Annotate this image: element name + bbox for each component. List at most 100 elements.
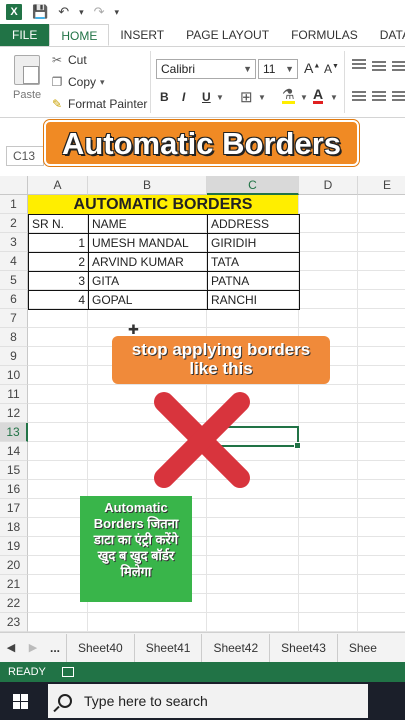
tab-page-layout[interactable]: PAGE LAYOUT xyxy=(175,24,280,46)
name-cell[interactable]: ARVIND KUMAR xyxy=(88,252,208,272)
group-divider xyxy=(344,51,345,113)
borders-icon[interactable]: ⊞ xyxy=(240,88,253,106)
align-right-icon[interactable] xyxy=(392,91,405,101)
tab-insert[interactable]: INSERT xyxy=(109,24,175,46)
paste-icon[interactable] xyxy=(14,55,40,85)
tab-home[interactable]: HOME xyxy=(49,24,110,46)
undo-dropdown-icon[interactable]: ▾ xyxy=(79,7,84,18)
row-header-22[interactable]: 22 xyxy=(0,594,28,613)
sheet-tab-41[interactable]: Sheet41 xyxy=(133,633,202,662)
macro-recording-icon[interactable] xyxy=(61,667,74,677)
copy-dropdown-icon[interactable]: ▾ xyxy=(100,77,105,88)
name-cell[interactable]: GITA xyxy=(88,271,208,291)
undo-icon[interactable]: ↶ xyxy=(58,4,69,20)
row-header-3[interactable]: 3 xyxy=(0,233,28,252)
font-name-select[interactable]: Calibri ▼ xyxy=(156,59,256,79)
align-center-icon[interactable] xyxy=(372,91,386,101)
paste-button-label[interactable]: Paste xyxy=(13,89,41,101)
fill-color-icon[interactable]: ⚗ xyxy=(282,87,295,104)
row-header-11[interactable]: 11 xyxy=(0,385,28,404)
spreadsheet-grid[interactable]: A B C D E 1 2 3 4 5 6 7 8 9 10 11 12 13 14 15 16 17 18 19 2… xyxy=(0,176,405,632)
font-name-value: Calibri xyxy=(161,62,196,76)
save-icon[interactable]: 💾 xyxy=(32,4,48,20)
cut-button[interactable]: ✂ Cut xyxy=(50,53,87,67)
row-header-20[interactable]: 20 xyxy=(0,556,28,575)
sr-cell[interactable]: 1 xyxy=(28,233,89,253)
sr-cell[interactable]: 2 xyxy=(28,252,89,272)
header-cell[interactable]: NAME xyxy=(88,214,208,234)
row-header-6[interactable]: 6 xyxy=(0,290,28,309)
copy-button[interactable]: ❐ Copy ▾ xyxy=(50,75,105,89)
address-cell[interactable]: TATA xyxy=(207,252,300,272)
taskbar-search-box[interactable]: Type here to search xyxy=(48,684,368,718)
column-header-d[interactable]: D xyxy=(299,176,358,195)
sr-cell[interactable]: 4 xyxy=(28,290,89,310)
decrease-font-icon[interactable]: A▼ xyxy=(324,62,339,76)
row-header-9[interactable]: 9 xyxy=(0,347,28,366)
row-header-2[interactable]: 2 xyxy=(0,214,28,233)
align-left-icon[interactable] xyxy=(352,91,366,101)
address-cell[interactable]: PATNA xyxy=(207,271,300,291)
column-header-c[interactable]: C xyxy=(207,176,299,195)
header-cell[interactable]: SR N. xyxy=(28,214,89,234)
more-sheets-button[interactable]: ... xyxy=(44,641,66,655)
increase-font-icon[interactable]: A▲ xyxy=(304,60,320,76)
tab-formulas[interactable]: FORMULAS xyxy=(280,24,369,46)
sheet-tab-40[interactable]: Sheet40 xyxy=(66,633,134,662)
align-middle-icon[interactable] xyxy=(372,61,386,71)
row-header-13[interactable]: 13 xyxy=(0,423,28,442)
sheet-tab-42[interactable]: Sheet42 xyxy=(201,633,269,662)
row-header-10[interactable]: 10 xyxy=(0,366,28,385)
fill-dropdown-icon[interactable]: ▼ xyxy=(300,93,308,102)
column-header-a[interactable]: A xyxy=(28,176,88,195)
row-header-12[interactable]: 12 xyxy=(0,404,28,423)
prev-sheet-icon[interactable]: ◀ xyxy=(0,641,22,654)
row-header-23[interactable]: 23 xyxy=(0,613,28,632)
customize-toolbar-icon[interactable]: ▾ xyxy=(115,7,120,18)
font-color-dropdown-icon[interactable]: ▼ xyxy=(330,93,338,102)
row-header-17[interactable]: 17 xyxy=(0,499,28,518)
row-header-4[interactable]: 4 xyxy=(0,252,28,271)
chevron-down-icon: ▼ xyxy=(243,64,252,74)
underline-dropdown-icon[interactable]: ▼ xyxy=(216,93,224,102)
row-header-7[interactable]: 7 xyxy=(0,309,28,328)
copy-icon: ❐ xyxy=(51,75,63,89)
column-header-e[interactable]: E xyxy=(358,176,405,195)
name-cell[interactable]: GOPAL xyxy=(88,290,208,310)
row-header-18[interactable]: 18 xyxy=(0,518,28,537)
tab-file[interactable]: FILE xyxy=(0,24,50,46)
row-header-5[interactable]: 5 xyxy=(0,271,28,290)
row-header-19[interactable]: 19 xyxy=(0,537,28,556)
bold-button[interactable]: B xyxy=(160,90,169,104)
row-header-14[interactable]: 14 xyxy=(0,442,28,461)
sr-cell[interactable]: 3 xyxy=(28,271,89,291)
header-cell[interactable]: ADDRESS xyxy=(207,214,300,234)
align-top-icon[interactable] xyxy=(352,59,366,69)
borders-dropdown-icon[interactable]: ▼ xyxy=(258,93,266,102)
sheet-tab-43[interactable]: Sheet43 xyxy=(269,633,337,662)
font-size-select[interactable]: 11 ▼ xyxy=(258,59,298,79)
address-cell[interactable]: RANCHI xyxy=(207,290,300,310)
sheet-tab-44[interactable]: Shee xyxy=(336,633,388,662)
row-header-15[interactable]: 15 xyxy=(0,461,28,480)
next-sheet-icon[interactable]: ▶ xyxy=(22,641,44,654)
row-header-8[interactable]: 8 xyxy=(0,328,28,347)
windows-start-icon[interactable] xyxy=(0,682,40,720)
italic-button[interactable]: I xyxy=(182,90,185,104)
name-box[interactable]: C13 xyxy=(6,146,44,166)
row-header-16[interactable]: 16 xyxy=(0,480,28,499)
align-bottom-icon[interactable] xyxy=(392,61,405,71)
address-cell[interactable]: GIRIDIH xyxy=(207,233,300,253)
name-cell[interactable]: UMESH MANDAL xyxy=(88,233,208,253)
underline-button[interactable]: U xyxy=(202,90,211,104)
redo-icon[interactable]: ↷ xyxy=(94,4,105,20)
search-icon xyxy=(58,694,72,708)
format-painter-button[interactable]: ✎ Format Painter xyxy=(50,97,147,111)
column-header-b[interactable]: B xyxy=(88,176,207,195)
row-header-1[interactable]: 1 xyxy=(0,195,28,214)
font-color-icon[interactable]: A xyxy=(313,87,324,104)
select-all-corner[interactable] xyxy=(0,176,28,195)
title-cell-a1[interactable]: AUTOMATIC BORDERS xyxy=(28,195,298,214)
row-header-21[interactable]: 21 xyxy=(0,575,28,594)
tab-data[interactable]: DATA xyxy=(369,24,405,46)
